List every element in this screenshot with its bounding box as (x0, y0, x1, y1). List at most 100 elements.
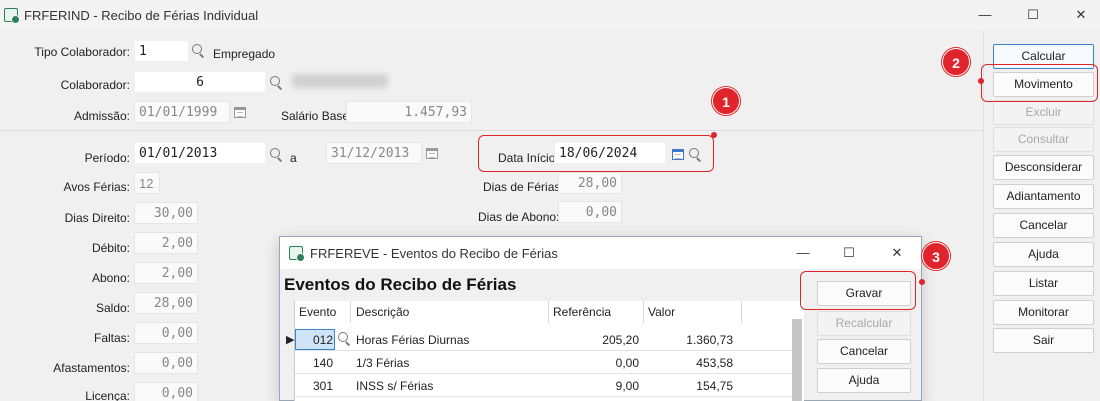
calendar-icon[interactable] (234, 107, 246, 118)
abono-input: 2,00 (134, 262, 198, 284)
maximize-button[interactable]: ☐ (1017, 3, 1049, 27)
close-button[interactable]: ✕ (1065, 3, 1097, 27)
ajuda-button[interactable]: Ajuda (993, 242, 1094, 267)
saldo-label: Saldo: (95, 301, 130, 315)
search-icon[interactable] (269, 75, 285, 91)
callout-badge-3: 3 (922, 242, 950, 270)
periodo-separator: a (290, 151, 297, 165)
row-indicator-icon: ▶ (286, 334, 295, 346)
listar-button[interactable]: Listar (993, 271, 1094, 296)
column-separator (741, 301, 742, 323)
debito-input: 2,00 (134, 232, 198, 254)
avos-ferias-input: 12 (134, 172, 160, 194)
licenca-input: 0,00 (134, 382, 198, 401)
app-icon (4, 8, 20, 24)
consultar-button[interactable]: Consultar (993, 127, 1094, 152)
colaborador-input[interactable]: 6 (134, 71, 266, 93)
callout-box-movimento (981, 64, 1098, 102)
salario-base-input: 1.457,93 (346, 101, 472, 123)
dias-ferias-input: 28,00 (558, 172, 622, 194)
dialog-cancelar-button[interactable]: Cancelar (817, 339, 911, 364)
table-row[interactable]: 140 1/3 Férias 0,00 453,58 (295, 352, 792, 374)
dialog-heading: Eventos do Recibo de Férias (284, 275, 517, 294)
column-header-descricao[interactable]: Descrição (356, 305, 409, 319)
callout-box-data-inicio (478, 135, 714, 172)
referencia-cell: 205,20 (602, 333, 639, 347)
search-icon[interactable] (191, 43, 207, 59)
dialog-ajuda-button[interactable]: Ajuda (817, 368, 911, 393)
salario-base-label: Salário Base: (281, 109, 353, 123)
abono-label: Abono: (91, 271, 130, 285)
table-row[interactable]: ▶ 012 Horas Férias Diurnas 205,20 1.360,… (286, 329, 792, 351)
dias-direito-label: Dias Direito: (64, 211, 130, 225)
descricao-cell: INSS s/ Férias (356, 379, 434, 393)
search-icon[interactable] (337, 331, 353, 347)
dias-direito-input: 30,00 (134, 202, 198, 224)
valor-cell: 154,75 (696, 379, 733, 393)
minimize-button[interactable]: — (969, 3, 1001, 27)
referencia-cell: 0,00 (615, 356, 639, 370)
close-button[interactable]: ✕ (881, 241, 913, 265)
cancelar-button[interactable]: Cancelar (993, 213, 1094, 238)
main-titlebar: FRFERIND - Recibo de Férias Individual —… (0, 0, 1100, 30)
afastamentos-label: Afastamentos: (53, 361, 130, 375)
evento-cell: 012 (312, 333, 333, 347)
licenca-label: Licença: (85, 389, 130, 401)
monitorar-button[interactable]: Monitorar (993, 300, 1094, 325)
afastamentos-input: 0,00 (134, 352, 198, 374)
search-icon[interactable] (269, 147, 285, 163)
dias-abono-label: Dias de Abono: (478, 210, 560, 224)
debito-label: Débito: (91, 241, 130, 255)
adiantamento-button[interactable]: Adiantamento (993, 184, 1094, 209)
callout-pointer (978, 78, 984, 84)
faltas-label: Faltas: (93, 331, 130, 345)
admissao-label: Admissão: (73, 109, 130, 123)
column-separator (350, 301, 351, 323)
eventos-table: Evento Descrição Referência Valor ▶ 012 … (286, 301, 804, 401)
tipo-colaborador-input[interactable]: 1 (134, 40, 189, 62)
dialog-title: FRFEREVE - Eventos do Recibo de Férias (310, 246, 558, 261)
tipo-colaborador-description: Empregado (213, 47, 276, 61)
recalcular-button[interactable]: Recalcular (817, 311, 911, 336)
column-separator (643, 301, 644, 323)
colaborador-name-redacted (292, 74, 388, 88)
desconsiderar-button[interactable]: Desconsiderar (993, 155, 1094, 180)
divider (0, 130, 983, 131)
column-header-evento[interactable]: Evento (299, 305, 336, 319)
referencia-cell: 9,00 (615, 379, 639, 393)
column-separator (548, 301, 549, 323)
colaborador-label: Colaborador: (60, 78, 130, 92)
column-header-referencia[interactable]: Referência (553, 305, 611, 319)
descricao-cell: Horas Férias Diurnas (356, 333, 470, 347)
periodo-label: Período: (84, 151, 130, 165)
periodo-start-input[interactable]: 01/01/2013 (134, 142, 266, 164)
maximize-button[interactable]: ☐ (833, 241, 865, 265)
window-title: FRFERIND - Recibo de Férias Individual (24, 8, 259, 23)
valor-cell: 1.360,73 (686, 333, 733, 347)
callout-pointer (919, 279, 925, 285)
callout-box-gravar (800, 271, 916, 310)
dias-abono-input: 0,00 (558, 201, 622, 223)
faltas-input: 0,00 (134, 322, 198, 344)
dialog-titlebar: FRFEREVE - Eventos do Recibo de Férias —… (280, 237, 921, 269)
evento-cell: 301 (312, 379, 333, 393)
column-header-valor[interactable]: Valor (648, 305, 675, 319)
avos-ferias-label: Avos Férias: (63, 180, 130, 194)
callout-badge-1: 1 (712, 87, 740, 115)
calendar-icon[interactable] (426, 148, 438, 159)
table-row[interactable]: 301 INSS s/ Férias 9,00 154,75 (295, 375, 792, 397)
valor-cell: 453,58 (696, 356, 733, 370)
eventos-dialog: FRFEREVE - Eventos do Recibo de Férias —… (279, 236, 922, 401)
descricao-cell: 1/3 Férias (356, 356, 410, 370)
table-scrollbar[interactable] (792, 319, 802, 401)
callout-badge-2: 2 (942, 48, 970, 76)
sair-button[interactable]: Sair (993, 328, 1094, 353)
dias-ferias-label: Dias de Férias: (483, 180, 564, 194)
evento-cell: 140 (312, 356, 333, 370)
minimize-button[interactable]: — (787, 241, 819, 265)
admissao-input: 01/01/1999 (134, 101, 230, 123)
periodo-end-input: 31/12/2013 (326, 142, 422, 164)
saldo-input: 28,00 (134, 292, 198, 314)
app-icon (289, 246, 305, 262)
excluir-button[interactable]: Excluir (993, 100, 1094, 125)
